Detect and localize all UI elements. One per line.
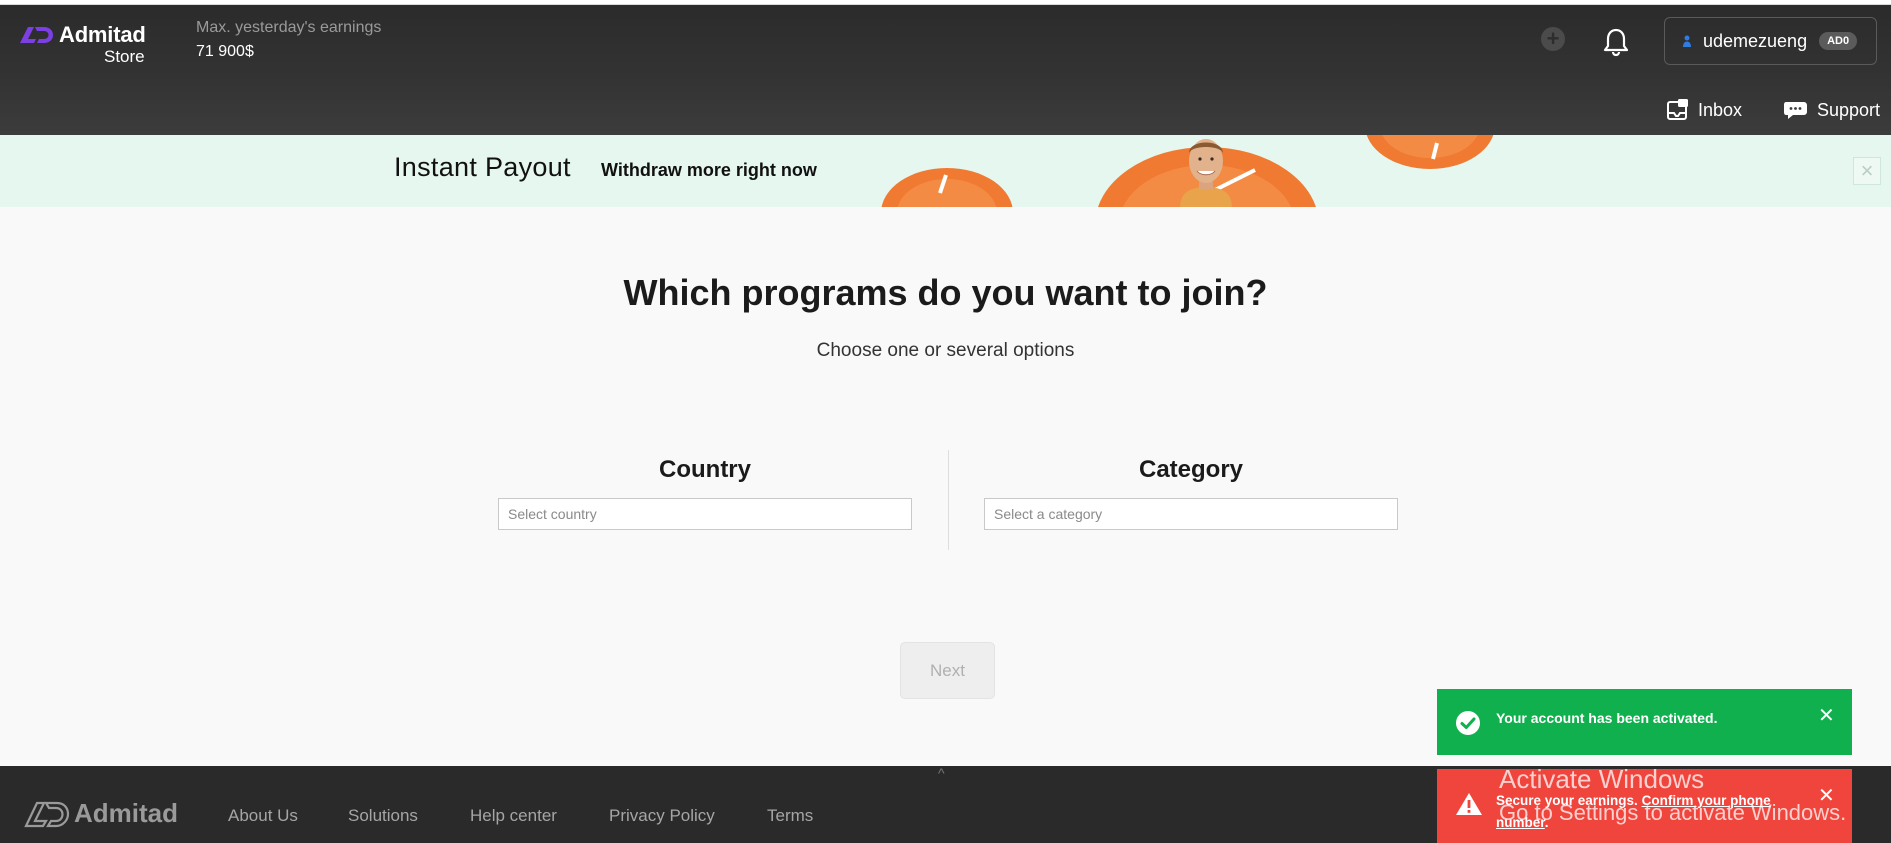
footer-link-about[interactable]: About Us [228,806,298,826]
footer-logo[interactable]: Admitad [24,798,178,829]
category-filter: Category Select a category [984,456,1398,530]
earnings-label: Max. yesterday's earnings [196,19,382,36]
category-select[interactable]: Select a category [984,498,1398,530]
activate-windows-watermark: Activate Windows [1499,764,1705,794]
admitad-logo[interactable]: Admitad [18,22,146,48]
check-circle-icon [1456,711,1480,735]
admitad-footer-logo-icon [24,801,70,827]
footer-link-solutions[interactable]: Solutions [348,806,418,826]
country-filter: Country Select country [498,456,912,530]
coin-decoration-icon [881,168,1013,207]
support-link[interactable]: Support [1783,98,1880,122]
banner-title: Instant Payout [394,152,571,182]
footer-brand: Admitad [74,798,178,828]
next-button[interactable]: Next [900,642,995,699]
user-id-badge: AD0 [1819,32,1858,50]
success-toast-text: Your account has been activated. [1496,710,1718,726]
footer-link-help-center[interactable]: Help center [470,806,557,826]
success-toast: Your account has been activated. ✕ [1437,689,1852,755]
activate-windows-watermark-sub: Go to Settings to activate Windows. [1499,800,1847,825]
earnings-value: 71 900$ [196,43,254,60]
user-status-icon [1683,35,1691,47]
page-title: Which programs do you want to join? [623,272,1268,313]
bell-icon[interactable] [1602,27,1630,57]
brand-name: Admitad [59,22,146,47]
scroll-up-caret-icon[interactable]: ^ [938,765,945,781]
user-menu-button[interactable]: udemezueng AD0 [1664,17,1877,65]
support-label: Support [1817,99,1881,120]
banner-close-button[interactable]: × [1853,157,1881,185]
page-subtitle: Choose one or several options [816,340,1075,361]
category-label: Category [1138,456,1244,483]
instant-payout-banner[interactable]: Instant Payout Withdraw more right now × [0,135,1891,207]
add-plus-button[interactable]: + [1541,27,1565,51]
success-toast-close-button[interactable]: ✕ [1818,703,1835,728]
smiling-man-image [1180,139,1232,207]
footer-link-privacy[interactable]: Privacy Policy [609,806,715,826]
brand-subtitle: Store [104,47,145,66]
inbox-icon [1667,99,1688,120]
footer-link-terms[interactable]: Terms [767,806,813,826]
admitad-logo-icon [20,27,53,43]
username: udemezueng [1703,30,1808,51]
filter-divider [948,450,949,550]
inbox-label: Inbox [1698,99,1743,120]
top-header: Admitad Store Max. yesterday's earnings … [0,5,1891,135]
warning-triangle-icon [1456,793,1482,815]
earnings-block: Max. yesterday's earnings 71 900$ [196,19,381,61]
country-select[interactable]: Select country [498,498,912,530]
banner-subtitle: Withdraw more right now [601,160,817,180]
coin-decoration-icon [1366,135,1494,169]
support-chat-icon [1784,102,1807,119]
country-label: Country [659,456,751,483]
inbox-link[interactable]: Inbox [1666,98,1742,122]
